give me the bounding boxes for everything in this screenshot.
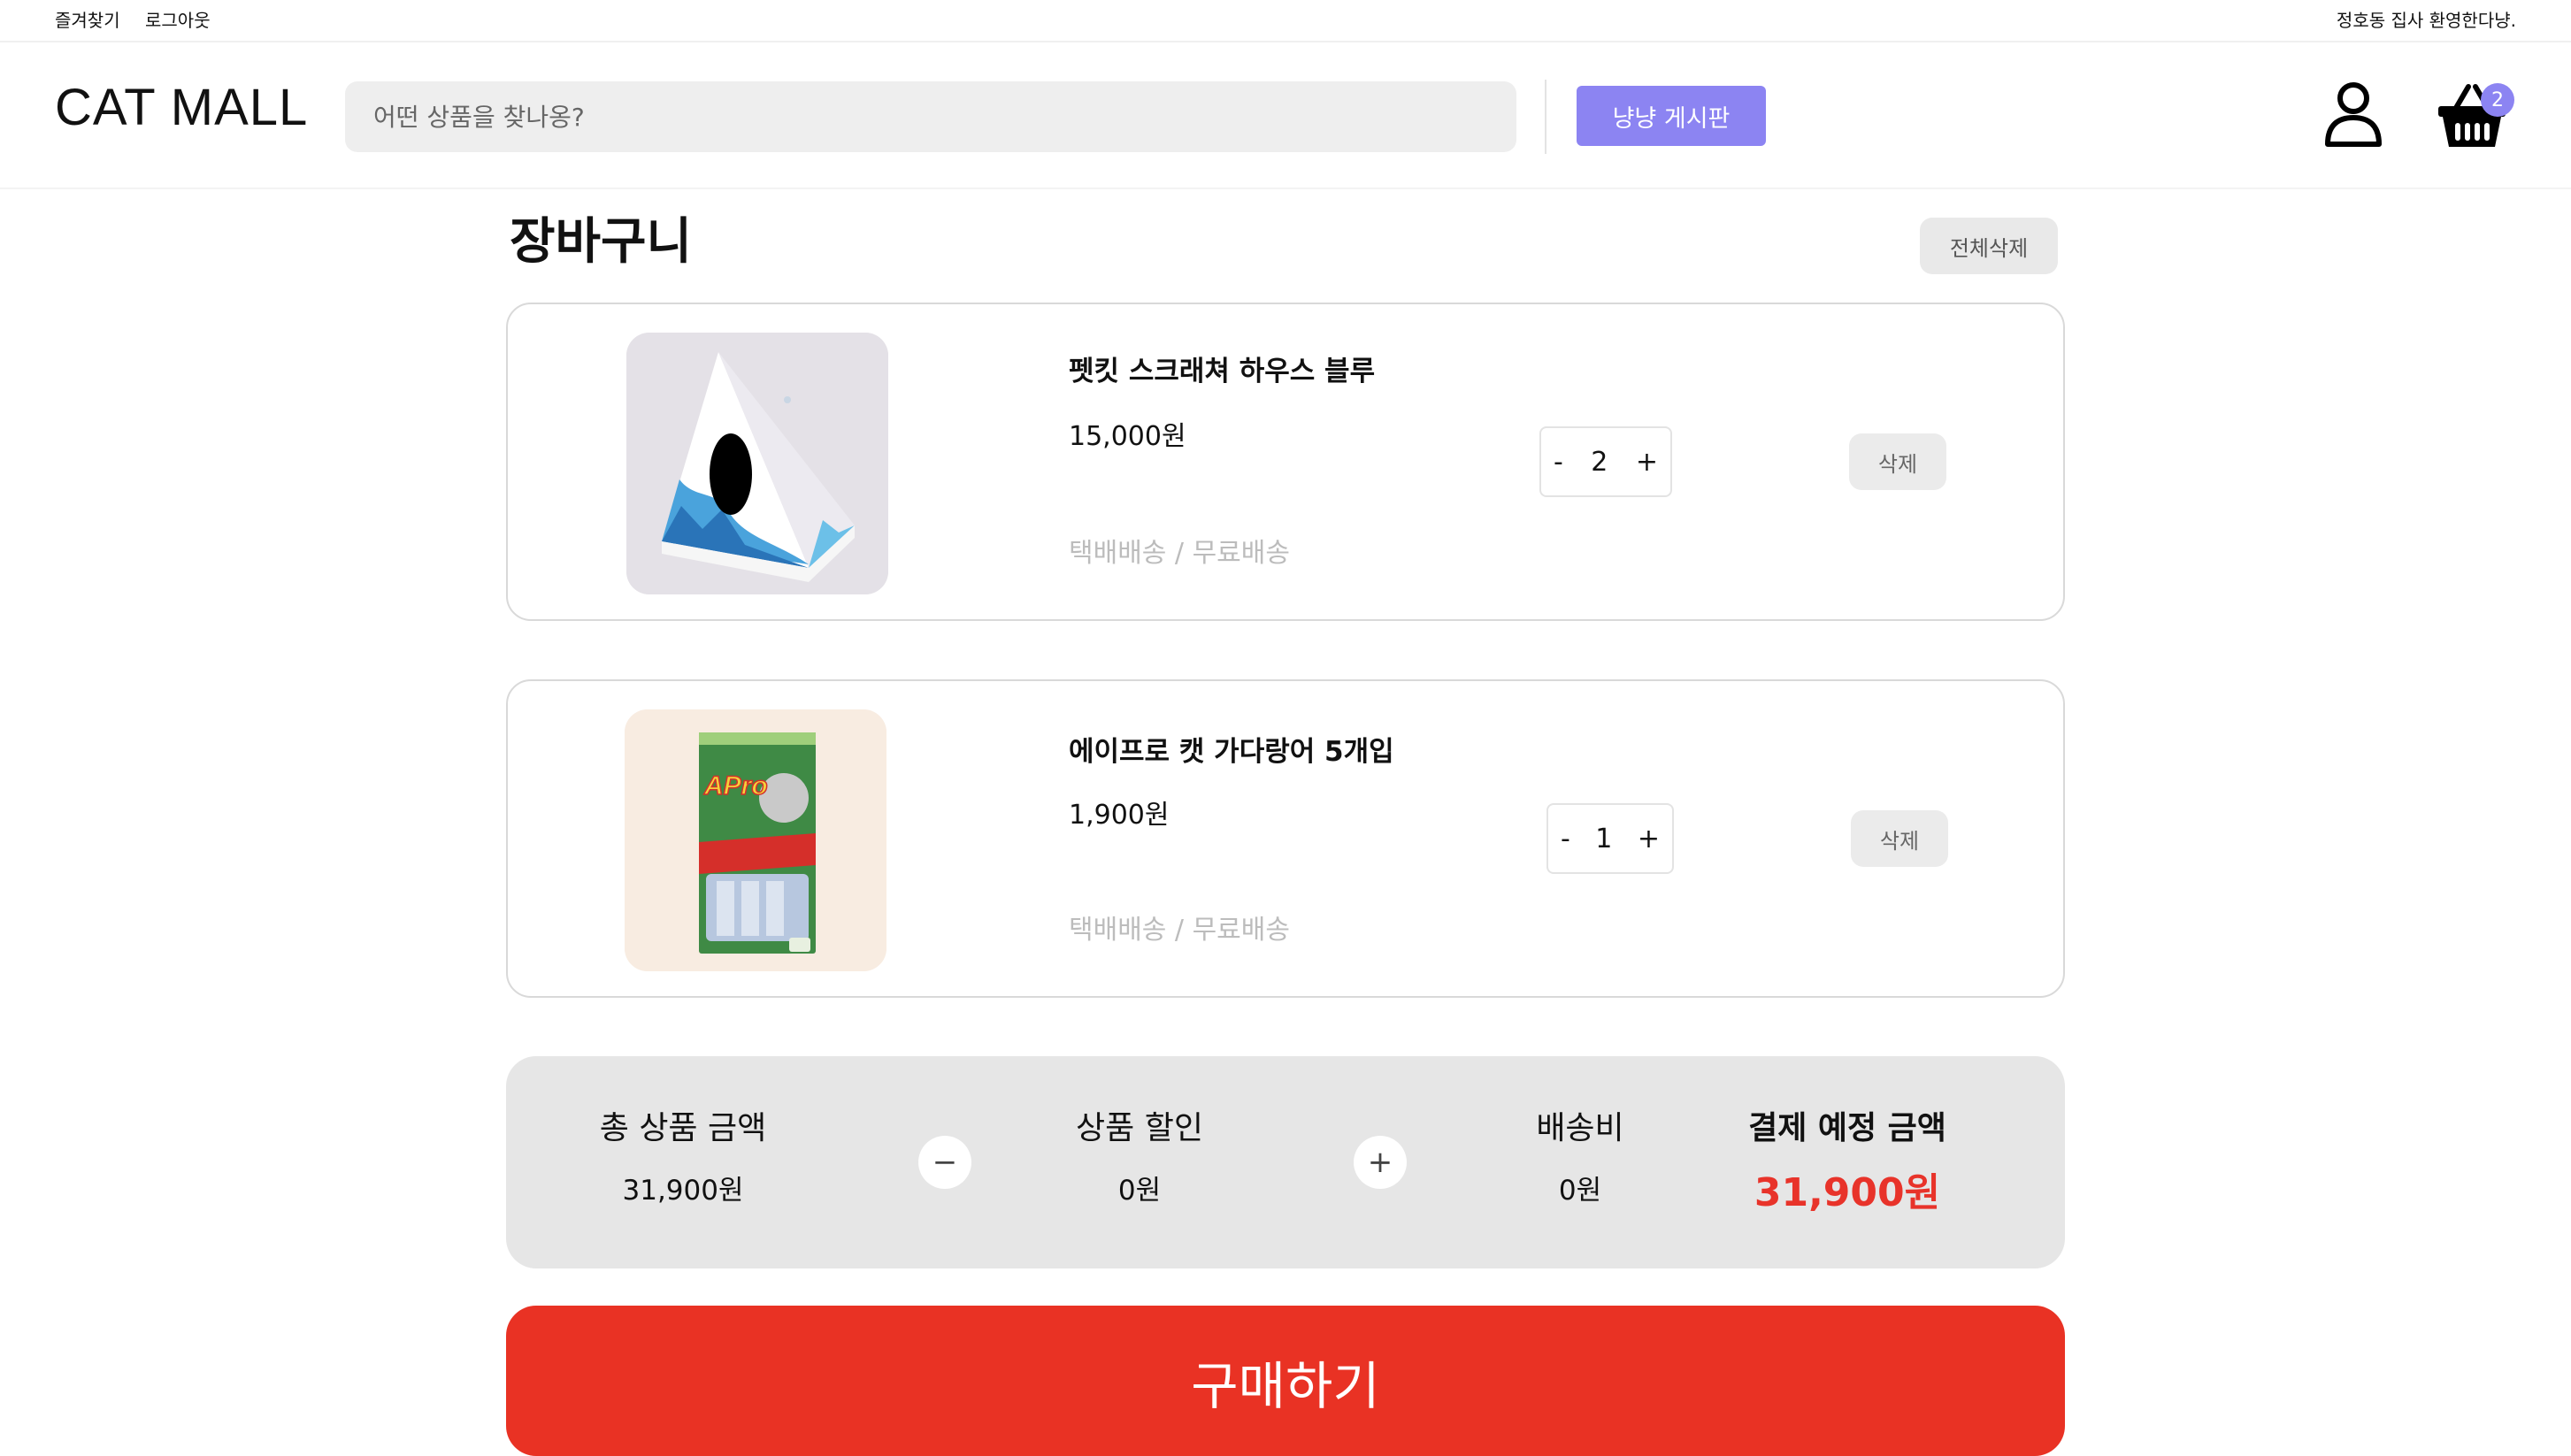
item-name[interactable]: 펫킷 스크래쳐 하우스 블루: [1069, 349, 1375, 388]
discount-value: 0원: [1117, 1175, 1162, 1207]
quantity-value: 2: [1591, 446, 1608, 478]
item-shipping: 택배배송 / 무료배송: [1069, 538, 1290, 569]
item-price: 15,000원: [1069, 421, 1186, 452]
product-image-scratcher-house[interactable]: [626, 333, 888, 594]
plus-icon: +: [1354, 1136, 1407, 1189]
payment-label: 결제 예정 금액: [1748, 1110, 1946, 1146]
bookmark-link[interactable]: 즐겨찾기: [55, 6, 120, 32]
total-label: 총 상품 금액: [599, 1110, 767, 1146]
total-product-amount: 총 상품 금액 31,900원: [577, 1102, 789, 1207]
user-icon[interactable]: [2323, 81, 2383, 147]
item-name[interactable]: 에이프로 캣 가다랑어 5개입: [1069, 729, 1394, 769]
quantity-stepper: - 2 +: [1539, 426, 1672, 497]
cart-item: APro 에이프로 캣 가다랑어 5개입 1,900원 택배배송 / 무료배송 …: [506, 679, 2065, 998]
clear-all-button[interactable]: 전체삭제: [1920, 218, 2058, 274]
shipping-fee-label: 배송비: [1536, 1110, 1624, 1146]
search-input[interactable]: [345, 81, 1516, 152]
delete-item-button[interactable]: 삭제: [1849, 433, 1946, 490]
site-logo[interactable]: CAT MALL: [55, 78, 308, 137]
product-discount: 상품 할인 0원: [1033, 1102, 1246, 1207]
discount-label: 상품 할인: [1076, 1110, 1203, 1146]
delete-item-button[interactable]: 삭제: [1851, 810, 1948, 867]
shipping-fee-value: 0원: [1558, 1175, 1602, 1207]
minus-icon: −: [918, 1136, 971, 1189]
header-divider: [1545, 80, 1546, 154]
payment-value: 31,900원: [1754, 1170, 1941, 1215]
cart-count-badge[interactable]: 2: [2481, 83, 2514, 117]
increase-quantity-button[interactable]: +: [1638, 824, 1660, 854]
site-header: CAT MALL 냥냥 게시판 2: [0, 42, 2571, 189]
logout-link[interactable]: 로그아웃: [145, 6, 211, 32]
quantity-value: 1: [1595, 823, 1613, 854]
page-title: 장바구니: [510, 213, 693, 271]
item-price: 1,900원: [1069, 800, 1170, 831]
welcome-message: 정호동 집사 환영한다냥.: [2336, 10, 2516, 31]
package-brand-text: APro: [703, 771, 768, 801]
purchase-button[interactable]: 구매하기: [506, 1306, 2065, 1456]
top-utility-bar: 즐겨찾기 로그아웃 정호동 집사 환영한다냥.: [0, 0, 2571, 42]
board-button[interactable]: 냥냥 게시판: [1577, 86, 1766, 146]
decrease-quantity-button[interactable]: -: [1554, 447, 1563, 478]
order-summary: 총 상품 금액 31,900원 − 상품 할인 0원 + 배송비 0원 결제 예…: [506, 1056, 2065, 1268]
product-image-apro-cat-treat[interactable]: APro: [625, 709, 886, 971]
cart-item: 펫킷 스크래쳐 하우스 블루 15,000원 택배배송 / 무료배송 - 2 +…: [506, 303, 2065, 621]
quantity-stepper: - 1 +: [1546, 803, 1674, 874]
increase-quantity-button[interactable]: +: [1636, 447, 1658, 478]
shipping-fee: 배송비 0원: [1492, 1102, 1669, 1207]
decrease-quantity-button[interactable]: -: [1561, 824, 1570, 854]
item-shipping: 택배배송 / 무료배송: [1069, 915, 1290, 946]
total-value: 31,900원: [622, 1175, 744, 1207]
expected-payment: 결제 예정 금액 31,900원: [1715, 1102, 1980, 1217]
